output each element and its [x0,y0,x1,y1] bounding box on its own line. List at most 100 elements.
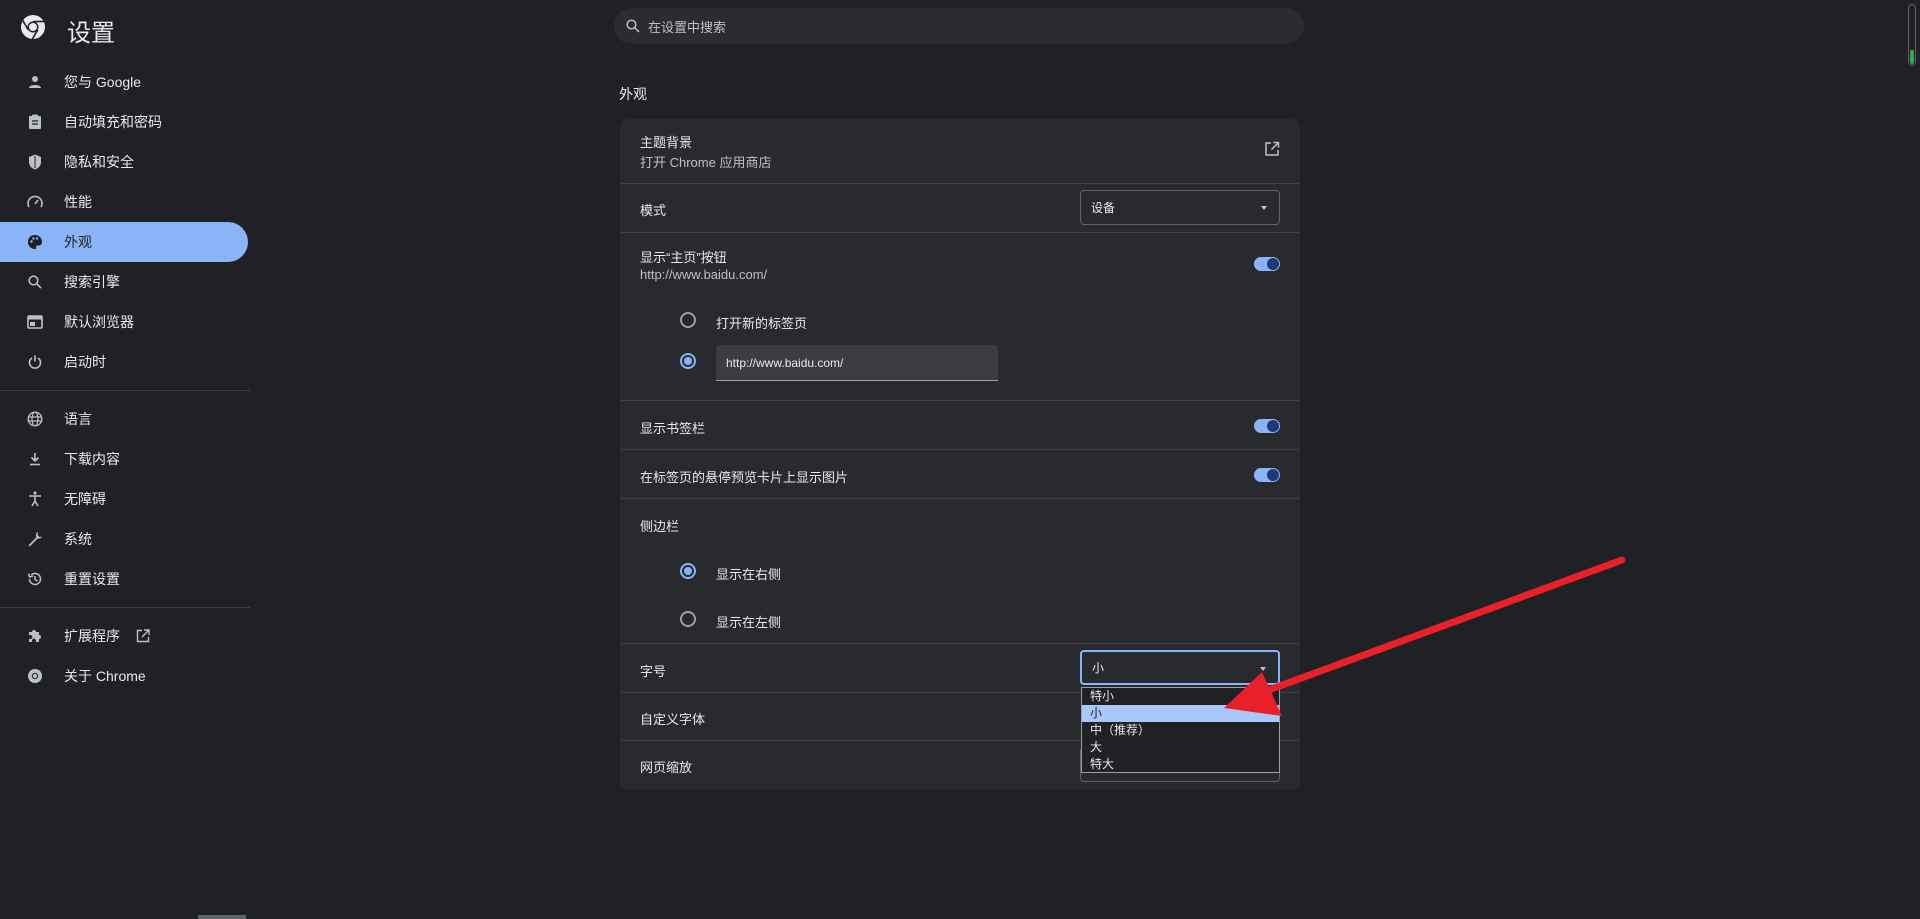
theme-row[interactable]: 主题背景 打开 Chrome 应用商店 [620,119,1300,183]
tab-hover-toggle[interactable] [1254,468,1280,482]
shield-icon [26,153,44,171]
sidebar-item-privacy[interactable]: 隐私和安全 [0,142,248,182]
sidebar-item-accessibility[interactable]: 无障碍 [0,479,248,519]
mode-select[interactable]: 设备 [1080,190,1280,225]
sidebar-item-languages[interactable]: 语言 [0,399,248,439]
home-button-label: 显示“主页”按钮 [640,250,727,265]
side-panel-row: 侧边栏 显示在右侧 显示在左侧 [620,498,1300,643]
scrollbar-indicator[interactable] [1908,4,1916,66]
mode-row: 模式 设备 [620,183,1300,232]
font-size-dropdown-list[interactable]: 特小 小 中（推荐） 大 特大 [1081,687,1280,773]
chevron-down-icon [1261,206,1267,210]
bookmarks-bar-toggle[interactable] [1254,419,1280,433]
mode-select-value: 设备 [1091,201,1116,215]
sidebar-item-label: 扩展程序 [64,628,120,644]
theme-label: 主题背景 [640,135,693,150]
custom-fonts-label: 自定义字体 [640,712,706,727]
wrench-icon [26,530,44,548]
sidebar-item-extensions[interactable]: 扩展程序 [0,616,248,656]
clipboard-icon [26,113,44,131]
sidebar-item-label: 语言 [64,411,92,427]
side-panel-label: 侧边栏 [640,519,680,534]
home-url-value: http://www.baidu.com/ [726,355,844,370]
sidebar-item-about-chrome[interactable]: 关于 Chrome [0,656,248,696]
power-icon [26,353,44,371]
custom-url-radio[interactable] [680,353,696,369]
page-zoom-label: 网页缩放 [640,760,693,775]
browser-icon [26,313,44,331]
sidebar-item-search-engine[interactable]: 搜索引擎 [0,262,248,302]
palette-icon [26,233,44,251]
sidebar-item-label: 外观 [64,234,92,250]
font-size-select[interactable]: 小 [1080,650,1280,685]
chrome-logo-icon [21,15,45,40]
font-size-label: 字号 [640,664,667,679]
sidebar: 您与 Google 自动填充和密码 隐私和安全 性能 外观 搜索引擎 默认浏览器… [0,62,250,696]
sidebar-item-autofill[interactable]: 自动填充和密码 [0,102,248,142]
new-tab-radio-label: 打开新的标签页 [716,316,808,331]
history-icon [26,570,44,588]
sidebar-item-downloads[interactable]: 下载内容 [0,439,248,479]
puzzle-icon [26,627,44,645]
bookmarks-bar-row: 显示书签栏 [620,400,1300,449]
person-icon [26,73,44,91]
open-in-new-icon[interactable] [1264,141,1280,162]
sidebar-item-label: 下载内容 [64,451,120,467]
sidebar-item-label: 启动时 [64,354,106,370]
download-icon [26,450,44,468]
font-size-select-value: 小 [1092,661,1105,675]
sidebar-divider [0,390,250,391]
font-size-option[interactable]: 特小 [1082,688,1279,705]
sidebar-item-reset[interactable]: 重置设置 [0,559,248,599]
sidebar-item-label: 隐私和安全 [64,154,134,170]
search-placeholder: 在设置中搜索 [648,19,727,35]
font-size-option-selected[interactable]: 小 [1082,705,1279,722]
home-button-toggle[interactable] [1254,257,1280,271]
font-size-option[interactable]: 大 [1082,739,1279,756]
open-in-new-icon [136,629,150,643]
sidebar-item-label: 无障碍 [64,491,106,507]
globe-icon [26,410,44,428]
page-title: 设置 [67,20,115,47]
home-button-row: 显示“主页”按钮 http://www.baidu.com/ 打开新的标签页 h… [620,232,1300,400]
sidebar-divider [0,607,250,608]
sidebar-item-label: 自动填充和密码 [64,114,162,130]
section-title-appearance: 外观 [619,86,647,102]
side-panel-right-radio[interactable] [680,563,696,579]
mode-label: 模式 [640,203,667,218]
side-panel-right-label: 显示在右侧 [716,567,782,582]
bottom-scroll-handle[interactable] [198,915,246,919]
accessibility-icon [26,490,44,508]
sidebar-item-label: 您与 Google [64,74,142,90]
sidebar-item-label: 关于 Chrome [64,668,146,684]
search-icon [626,19,640,33]
sidebar-item-label: 性能 [64,194,92,210]
font-size-option[interactable]: 特大 [1082,756,1279,773]
font-size-row: 字号 小 [620,643,1300,692]
sidebar-item-on-startup[interactable]: 启动时 [0,342,248,382]
speedometer-icon [26,193,44,211]
bookmarks-bar-label: 显示书签栏 [640,421,706,436]
chrome-icon [26,667,44,685]
home-url-input[interactable]: http://www.baidu.com/ [716,345,998,381]
search-input[interactable]: 在设置中搜索 [614,8,1304,44]
font-size-option[interactable]: 中（推荐） [1082,722,1279,739]
sidebar-item-you-and-google[interactable]: 您与 Google [0,62,248,102]
home-button-sub: http://www.baidu.com/ [640,267,768,282]
sidebar-item-appearance[interactable]: 外观 [0,222,248,262]
sidebar-item-label: 默认浏览器 [64,314,134,330]
new-tab-radio[interactable] [680,312,696,328]
sidebar-item-label: 重置设置 [64,571,120,587]
side-panel-left-radio[interactable] [680,611,696,627]
sidebar-item-label: 搜索引擎 [64,274,120,290]
search-icon [26,273,44,291]
sidebar-item-label: 系统 [64,531,92,547]
chevron-down-icon [1260,667,1266,671]
tab-hover-label: 在标签页的悬停预览卡片上显示图片 [640,470,849,485]
sidebar-item-performance[interactable]: 性能 [0,182,248,222]
sidebar-item-default-browser[interactable]: 默认浏览器 [0,302,248,342]
side-panel-left-label: 显示在左侧 [716,615,782,630]
sidebar-item-system[interactable]: 系统 [0,519,248,559]
scrollbar-fill [1910,50,1914,64]
theme-sub: 打开 Chrome 应用商店 [640,155,772,170]
